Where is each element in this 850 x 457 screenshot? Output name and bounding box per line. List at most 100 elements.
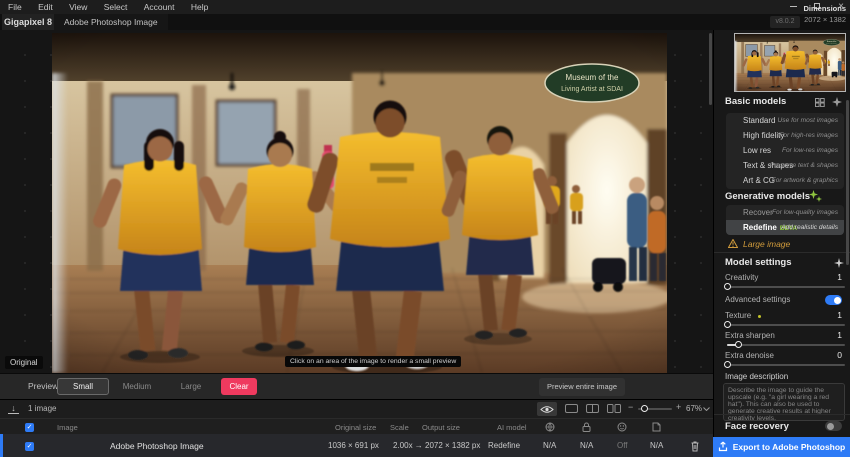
menu-view[interactable]: View: [69, 2, 87, 12]
extra-denoise-slider-track[interactable]: [727, 364, 845, 366]
preview-size-small-button[interactable]: Small: [57, 378, 109, 395]
model-desc: Add realistic details: [781, 220, 838, 235]
face-icon: [617, 422, 627, 432]
menu-select[interactable]: Select: [104, 2, 128, 12]
row-ai-model[interactable]: Redefine: [488, 441, 520, 450]
column-ai-model: AI model: [497, 423, 527, 432]
model-name: Recover: [743, 205, 773, 220]
trash-icon[interactable]: [690, 440, 700, 452]
large-image-warning: Large image: [743, 239, 790, 249]
row-image-name: Adobe Photoshop Image: [110, 441, 204, 451]
auto-wand-icon[interactable]: [834, 258, 844, 268]
clear-previews-button[interactable]: Clear: [221, 378, 257, 395]
extra-sharpen-slider-knob[interactable]: [735, 341, 742, 348]
warning-icon: [728, 239, 738, 248]
row-selected-indicator: [0, 434, 3, 457]
extra-sharpen-slider-track[interactable]: [727, 344, 845, 346]
eye-icon: [540, 405, 554, 414]
gigapixel-window: File Edit View Select Account Help × Gig…: [0, 0, 850, 457]
column-image: Image: [57, 423, 78, 432]
preview-controls-bar: Preview controls Small Medium Large Clea…: [0, 373, 713, 399]
download-icon[interactable]: ↓: [8, 403, 19, 414]
model-desc: For high-res images: [779, 128, 838, 143]
texture-modified-dot: [758, 315, 761, 318]
export-button-label: Export to Adobe Photoshop: [733, 442, 846, 452]
lock-icon: [582, 422, 591, 432]
preview-size-large-button[interactable]: Large: [165, 378, 217, 395]
zoom-slider-knob[interactable]: [641, 405, 648, 412]
single-view-icon[interactable]: [565, 404, 578, 413]
extra-sharpen-value: 1: [837, 330, 842, 340]
side-by-side-view-icon[interactable]: [607, 404, 621, 413]
generative-models-title: Generative models: [725, 191, 810, 202]
menu-file[interactable]: File: [8, 2, 22, 12]
model-redefine[interactable]: RedefineBETAAdd realistic details: [726, 220, 844, 235]
queue-table-header: ✓ Image Original size Scale Output size …: [0, 418, 713, 434]
row-checkbox[interactable]: ✓: [25, 442, 34, 451]
model-name: Art & CG: [743, 173, 775, 188]
texture-slider-track[interactable]: [727, 324, 845, 326]
preview-size-medium-button[interactable]: Medium: [111, 378, 163, 395]
model-desc: For low-res images: [782, 143, 838, 158]
chevron-down-icon[interactable]: [703, 407, 710, 411]
image-description-input[interactable]: [723, 383, 845, 421]
creativity-value: 1: [837, 272, 842, 282]
sparkles-green-icon: [809, 190, 822, 202]
canvas-scrollbar[interactable]: [709, 33, 712, 105]
toggle-knob: [834, 297, 841, 304]
zoom-in-button[interactable]: +: [676, 402, 681, 412]
dimensions-label: Dimensions: [778, 3, 846, 14]
toggle-knob: [827, 423, 834, 430]
sparkle-icon[interactable]: [832, 97, 842, 107]
row-globe-value: N/A: [543, 441, 556, 450]
model-low-res[interactable]: Low resFor low-res images: [726, 143, 844, 158]
split-view-icon[interactable]: [586, 404, 599, 413]
model-text-shapes[interactable]: Text & shapesPreserve text & shapes: [726, 158, 844, 173]
zoom-level-value[interactable]: 67%: [686, 404, 702, 413]
texture-slider-knob[interactable]: [724, 321, 731, 328]
preview-entire-image-button[interactable]: Preview entire image: [539, 378, 625, 396]
row-scale[interactable]: 2.00x →: [393, 441, 423, 450]
creativity-slider-knob[interactable]: [724, 283, 731, 290]
image-count-label: 1 image: [28, 404, 56, 413]
image-canvas[interactable]: Original Click on an area of the image t…: [0, 30, 713, 373]
texture-value: 1: [837, 310, 842, 320]
column-original-size: Original size: [335, 423, 376, 432]
model-standard[interactable]: StandardUse for most images: [726, 113, 844, 128]
row-output-size: 2072 × 1382 px: [425, 441, 480, 450]
model-high-fidelity[interactable]: High fidelityFor high-res images: [726, 128, 844, 143]
advanced-settings-toggle[interactable]: [825, 295, 842, 305]
creativity-slider-track[interactable]: [727, 286, 845, 288]
grid-icon[interactable]: [815, 98, 825, 107]
globe-icon: [545, 422, 555, 432]
menu-help[interactable]: Help: [191, 2, 208, 12]
menu-edit[interactable]: Edit: [38, 2, 53, 12]
tab-adobe-photoshop-image[interactable]: Adobe Photoshop Image: [54, 14, 168, 30]
column-output-size: Output size: [422, 423, 460, 432]
face-recovery-label: Face recovery: [725, 421, 789, 432]
basic-models-title: Basic models: [725, 96, 786, 107]
extra-denoise-value: 0: [837, 350, 842, 360]
original-label: Original: [5, 356, 43, 369]
settings-panel: Basic models StandardUse for most images…: [713, 30, 850, 457]
select-all-checkbox[interactable]: ✓: [25, 423, 34, 432]
face-recovery-toggle[interactable]: [825, 421, 842, 431]
main-photo[interactable]: [52, 33, 667, 373]
model-name: High fidelity: [743, 128, 784, 143]
model-recover[interactable]: RecoverFor low-quality images: [726, 205, 844, 220]
model-art-cg[interactable]: Art & CGFor artwork & graphics: [726, 173, 844, 188]
queue-row-adobe-photoshop-image[interactable]: ✓ Adobe Photoshop Image 1036 × 691 px 2.…: [0, 434, 713, 457]
export-to-adobe-photoshop-button[interactable]: Export to Adobe Photoshop: [713, 437, 850, 457]
panel-scrollbar[interactable]: [846, 100, 849, 265]
navigator-thumbnail[interactable]: [734, 33, 846, 92]
compare-view-button[interactable]: [537, 402, 557, 416]
model-settings-title: Model settings: [725, 257, 792, 268]
column-scale: Scale: [390, 423, 409, 432]
app-title: Gigapixel 8: [2, 14, 54, 30]
basic-models-list: StandardUse for most images High fidelit…: [726, 113, 844, 189]
image-queue: ↓ 1 image − + 67% ✓ Image Original size …: [0, 399, 713, 457]
row-file-value: N/A: [650, 441, 663, 450]
zoom-out-button[interactable]: −: [628, 402, 633, 412]
extra-denoise-slider-knob[interactable]: [724, 361, 731, 368]
menu-account[interactable]: Account: [144, 2, 175, 12]
